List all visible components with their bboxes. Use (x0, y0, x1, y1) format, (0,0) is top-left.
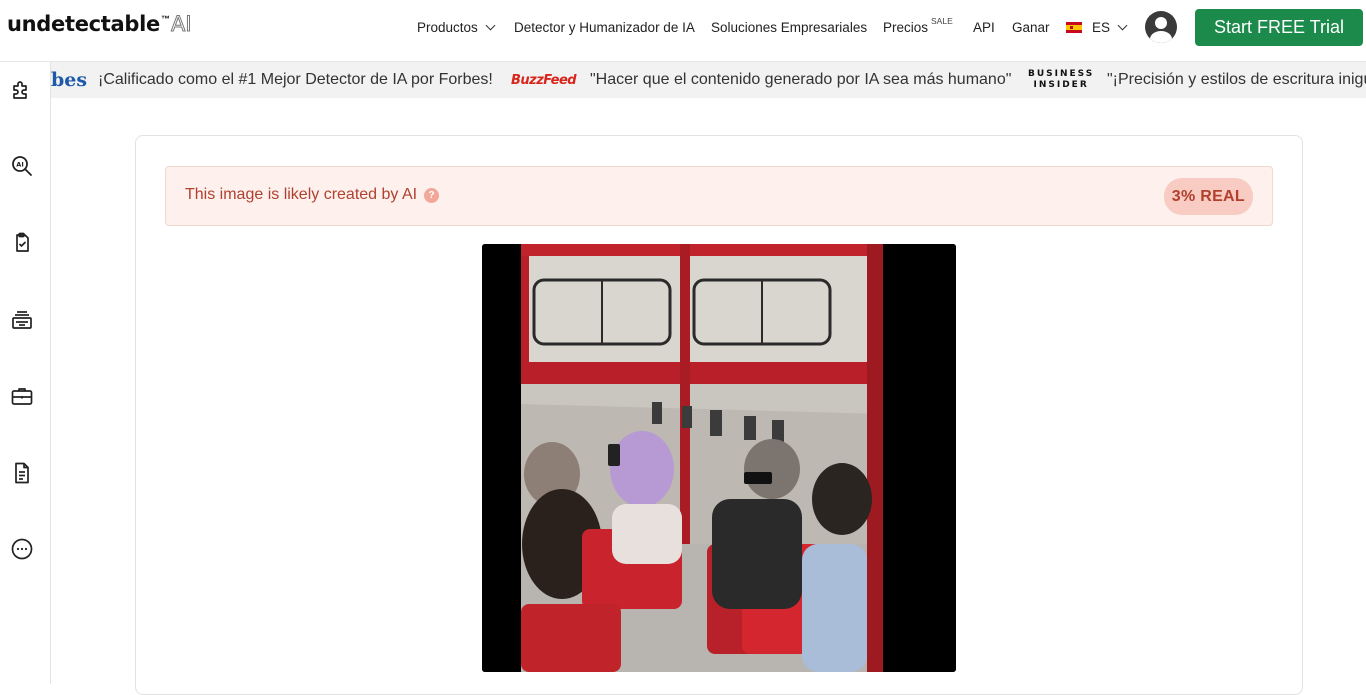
press-ticker: bes ¡Calificado como el #1 Mejor Detecto… (0, 62, 1366, 98)
start-free-trial-button[interactable]: Start FREE Trial (1195, 9, 1363, 46)
more-icon[interactable] (10, 537, 34, 561)
document-check-icon[interactable] (10, 231, 34, 255)
search-ai-icon[interactable]: AI (10, 154, 34, 178)
analyzed-image (482, 244, 956, 672)
spain-flag-icon (1066, 21, 1082, 33)
buzzfeed-logo: BuzzFeed (511, 72, 577, 88)
user-avatar-icon[interactable] (1145, 11, 1177, 43)
logo-text: undetectable (7, 12, 160, 36)
briefcase-icon[interactable] (10, 384, 34, 408)
detection-message: This image is likely created by AI (185, 186, 418, 203)
business-insider-logo: BUSINESS INSIDER (1028, 69, 1095, 90)
top-navbar: undetectable ™ AI Productos Detector y H… (0, 0, 1366, 62)
logo-trademark: ™ (161, 14, 170, 24)
nav-earn[interactable]: Ganar (1012, 0, 1050, 54)
language-selector[interactable]: ES (1066, 0, 1128, 54)
nav-pricing[interactable]: Precios SALE (883, 0, 953, 54)
language-label: ES (1092, 19, 1111, 35)
puzzle-icon[interactable] (10, 78, 34, 102)
nav-enterprise[interactable]: Soluciones Empresariales (711, 0, 867, 54)
nav-pricing-label: Precios (883, 19, 929, 35)
ticker-quote-forbes: ¡Calificado como el #1 Mejor Detector de… (98, 71, 493, 88)
nav-enterprise-label: Soluciones Empresariales (711, 19, 868, 35)
bus-interior-photo (482, 244, 956, 672)
nav-api-label: API (973, 19, 995, 35)
stack-icon[interactable] (10, 307, 34, 331)
svg-text:AI: AI (16, 161, 23, 169)
nav-products[interactable]: Productos (417, 0, 496, 54)
logo-ai-text: AI (171, 12, 193, 37)
nav-detector-label: Detector y Humanizador de IA (514, 19, 695, 35)
nav-api[interactable]: API (973, 0, 995, 54)
ai-detection-alert: This image is likely created by AI ? 3% … (165, 166, 1273, 226)
nav-earn-label: Ganar (1012, 19, 1050, 35)
ticker-quote-buzzfeed: "Hacer que el contenido generado por IA … (590, 71, 1012, 88)
sidebar: AI (0, 62, 51, 684)
sale-badge: SALE (931, 16, 953, 26)
logo[interactable]: undetectable ™ AI (7, 12, 193, 37)
ticker-quote-business-insider: "¡Precisión y estilos de escritura inigu… (1107, 71, 1366, 88)
nav-products-label: Productos (417, 19, 478, 35)
forbes-logo: bes (51, 69, 88, 91)
nav-detector[interactable]: Detector y Humanizador de IA (514, 0, 695, 54)
chevron-down-icon (485, 20, 496, 30)
help-icon[interactable]: ? (424, 187, 440, 203)
chevron-down-icon (1117, 20, 1128, 30)
real-score-badge: 3% REAL (1163, 178, 1253, 215)
document-icon[interactable] (10, 461, 34, 485)
